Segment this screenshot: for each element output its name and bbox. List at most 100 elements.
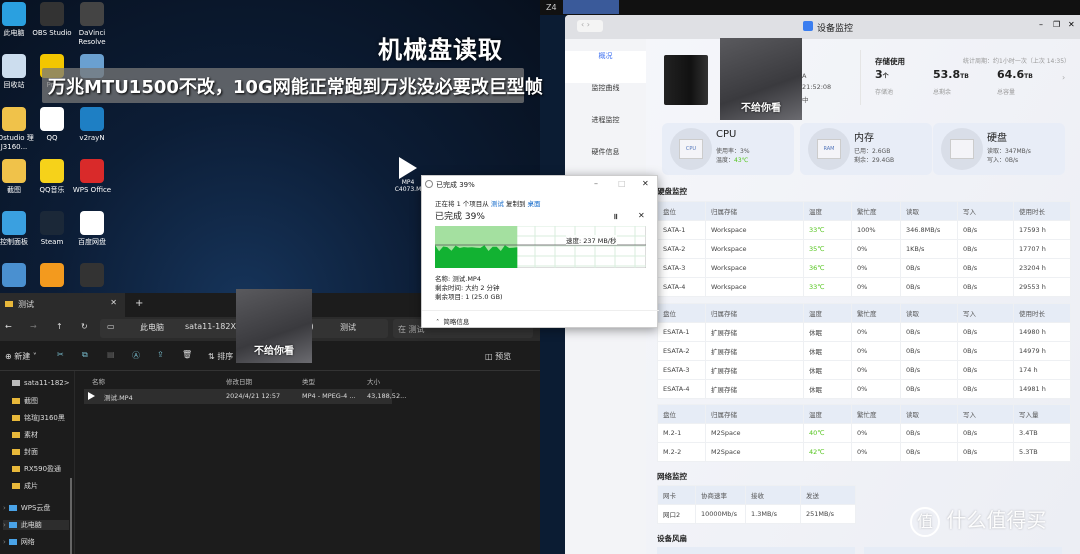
new-button[interactable]: ⊕ 新建 ˅: [5, 351, 37, 362]
refresh-icon[interactable]: ↻: [81, 322, 88, 331]
nav-item[interactable]: 素材: [12, 430, 38, 440]
sort-button[interactable]: ⇅ 排序: [208, 351, 233, 362]
cancel-copy-icon[interactable]: ✕: [638, 211, 645, 220]
table-row[interactable]: 网口2 10000Mb/s 1.3MB/s 251MB/s: [657, 504, 856, 524]
nav-item[interactable]: 成片: [12, 481, 38, 491]
sidebar-item[interactable]: 概况: [565, 51, 646, 83]
speed-label: 速度: 237 MB/秒: [566, 235, 617, 245]
destination-link[interactable]: 桌面: [528, 200, 541, 208]
close-icon[interactable]: ✕: [642, 179, 649, 188]
paste-icon[interactable]: ▤: [107, 350, 115, 359]
restore-icon[interactable]: ❐: [1053, 20, 1060, 29]
new-tab-button[interactable]: +: [135, 298, 143, 309]
crumb[interactable]: 测试: [340, 322, 356, 333]
maximize-icon[interactable]: □: [618, 179, 626, 188]
source-link[interactable]: 测试: [491, 200, 504, 208]
table-cell: 29553 h: [1013, 277, 1071, 297]
chevron-right-icon[interactable]: ›: [1062, 73, 1065, 82]
delete-icon[interactable]: 🗑: [182, 350, 192, 359]
desktop-icon[interactable]: Steam: [32, 211, 72, 247]
column-header[interactable]: 修改日期: [226, 376, 252, 386]
table-row[interactable]: M.2-1 M2Space 40℃ 0% 0B/s 0B/s 3.4TB: [657, 423, 1071, 443]
file-row[interactable]: 测试.MP4 2024/4/21 12:57 MP4 - MPEG-4 ... 43,…: [84, 389, 406, 404]
tab-label: 测试: [18, 300, 34, 309]
desktop-icon[interactable]: v2rayN: [72, 107, 112, 143]
desktop-icon[interactable]: WPS Office: [72, 159, 112, 195]
desktop-icon[interactable]: QQ: [32, 107, 72, 143]
pause-button[interactable]: ॥: [613, 211, 618, 222]
topbar-text: Z4: [546, 3, 557, 12]
desktop-icon-label: v2rayN: [79, 134, 105, 142]
table-row[interactable]: ESATA-4 扩展存储 休眠 0% 0B/s 0B/s 14981 h: [657, 379, 1071, 399]
crumb[interactable]: 此电脑: [140, 322, 164, 333]
clock-icon: [425, 180, 433, 188]
sidebar-item[interactable]: 监控曲线: [565, 83, 646, 93]
copy-icon[interactable]: ⧉: [82, 350, 88, 360]
summary-card[interactable]: 硬盘 读取：347MB/s 写入：0B/s: [933, 123, 1065, 175]
table-cell: 0B/s: [957, 322, 1014, 342]
sidebar-item[interactable]: 硬件信息: [565, 147, 646, 157]
column-header[interactable]: 大小: [367, 376, 380, 386]
desktop-icon[interactable]: 此电脑: [0, 2, 34, 38]
chevron-right-icon[interactable]: ›: [3, 538, 6, 546]
nav-root[interactable]: › 此电脑: [3, 520, 69, 530]
desktop-icon[interactable]: 90studio 理J3160...: [0, 107, 34, 152]
minimize-icon[interactable]: –: [1039, 20, 1043, 29]
table-cell: 0B/s: [957, 423, 1014, 443]
table-cell: 5.3TB: [1013, 442, 1071, 462]
table-row[interactable]: SATA-2 Workspace 35℃ 0% 1KB/s 0B/s 17707 h: [657, 239, 1071, 259]
less-info-button[interactable]: ˄ 简略信息: [436, 316, 469, 326]
desktop-icon[interactable]: 百度网盘: [72, 211, 112, 247]
share-icon[interactable]: ⇪: [157, 350, 164, 359]
summary-card[interactable]: CPU CPU 使用率：3% 温度：43℃: [662, 123, 794, 175]
nav-label: 此电脑: [20, 521, 42, 529]
nav-item[interactable]: sata11-182>: [12, 379, 70, 387]
forward-icon[interactable]: →: [30, 322, 37, 331]
rename-icon[interactable]: Ⓐ: [132, 350, 140, 361]
desktop-icon[interactable]: QQ音乐: [32, 159, 72, 195]
sidebar-item[interactable]: 进程监控: [565, 115, 646, 125]
close-tab-icon[interactable]: ✕: [110, 298, 117, 307]
preview-button[interactable]: ◫ 预览: [485, 351, 511, 362]
back-icon[interactable]: ←: [5, 322, 12, 331]
desktop-icon[interactable]: 控制面板: [0, 211, 34, 247]
nav-item[interactable]: RX590盈通: [12, 464, 61, 474]
table-cell: Workspace: [705, 220, 804, 240]
desktop-icon[interactable]: 回收站: [0, 54, 34, 90]
desktop-icon[interactable]: [72, 263, 112, 290]
nav-arrows[interactable]: ‹ ›: [577, 20, 603, 32]
cut-icon[interactable]: ✂: [57, 350, 64, 359]
table-cell: ESATA-4: [657, 379, 706, 399]
fan-table-header: [864, 547, 1062, 554]
summary-card[interactable]: RAM 内存 已用：2.6GB 剩余：29.4GB: [800, 123, 932, 175]
nav-root[interactable]: › 网络: [3, 537, 69, 547]
table-row[interactable]: SATA-1 Workspace 33℃ 100% 346.8MB/s 0B/s 17593…: [657, 220, 1071, 240]
desktop-icon[interactable]: 截图: [0, 159, 34, 195]
chevron-right-icon[interactable]: ›: [3, 504, 6, 512]
chevron-right-icon[interactable]: ›: [3, 521, 6, 529]
column-header[interactable]: 类型: [302, 376, 315, 386]
overlay-headline: 机械盘读取: [378, 36, 503, 64]
tab-test[interactable]: 测试 ✕: [0, 293, 125, 317]
nav-item[interactable]: 铭瑄J3160黑: [12, 413, 65, 423]
table-row[interactable]: ESATA-3 扩展存储 休眠 0% 0B/s 0B/s 174 h: [657, 360, 1071, 380]
nav-root[interactable]: › WPS云盘: [3, 503, 69, 513]
close-icon[interactable]: ✕: [1068, 20, 1075, 29]
table-row[interactable]: ESATA-2 扩展存储 休眠 0% 0B/s 0B/s 14979 h: [657, 341, 1071, 361]
table-row[interactable]: ESATA-1 扩展存储 休眠 0% 0B/s 0B/s 14980 h: [657, 322, 1071, 342]
table-row[interactable]: M.2-2 M2Space 42℃ 0% 0B/s 0B/s 5.3TB: [657, 442, 1071, 462]
nav-item[interactable]: 封面: [12, 447, 38, 457]
app-icon: [2, 159, 26, 183]
table-row[interactable]: SATA-4 Workspace 33℃ 0% 0B/s 0B/s 29553 h: [657, 277, 1071, 297]
column-header[interactable]: 名称: [92, 376, 105, 386]
up-icon[interactable]: ↑: [56, 322, 63, 331]
desktop-icon[interactable]: DaVinci Resolve: [72, 2, 112, 47]
desktop-icon[interactable]: OBS Studio: [32, 2, 72, 38]
desktop-icon[interactable]: [32, 263, 72, 290]
nav-item[interactable]: 截图: [12, 396, 38, 406]
minimize-icon[interactable]: –: [594, 179, 598, 188]
table-row[interactable]: SATA-3 Workspace 36℃ 0% 0B/s 0B/s 23204 h: [657, 258, 1071, 278]
nav-scrollbar[interactable]: [70, 478, 72, 554]
nav-label: 封面: [24, 448, 38, 456]
desktop-icon[interactable]: [0, 263, 34, 290]
